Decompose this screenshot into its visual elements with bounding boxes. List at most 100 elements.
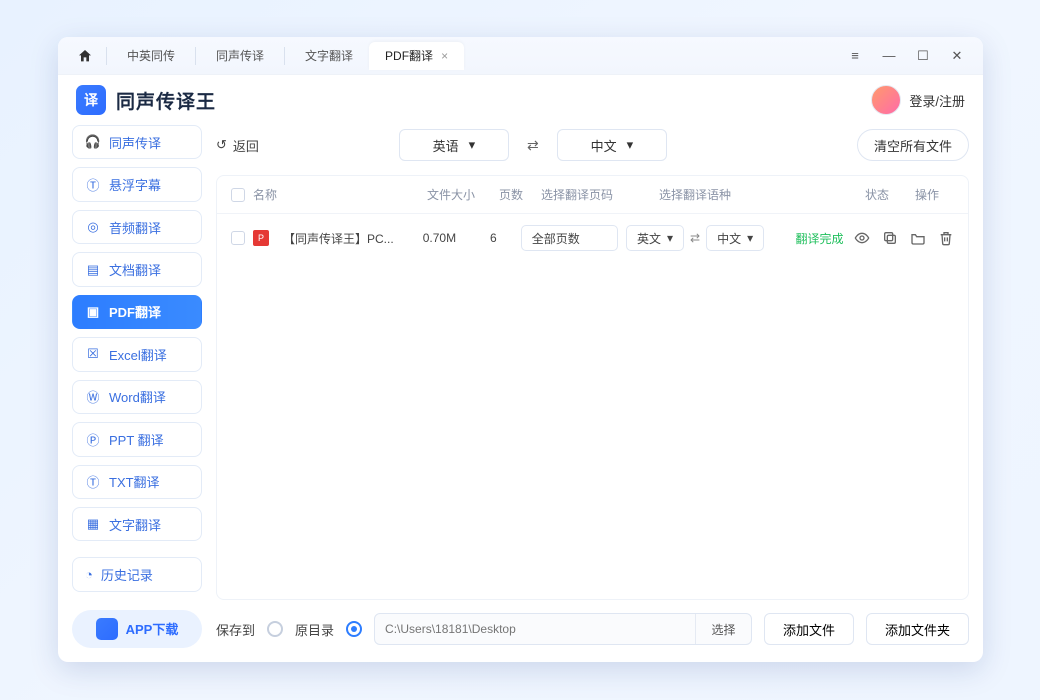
file-size: 0.70M (413, 231, 466, 245)
minimize-icon[interactable]: — (879, 48, 899, 64)
headset-icon: 🎧 (85, 134, 101, 150)
table-header: 名称 文件大小 页数 选择翻译页码 选择翻译语种 状态 操作 (217, 176, 968, 214)
delete-icon[interactable] (938, 230, 954, 246)
sidebar-item-pdf-translate[interactable]: ▣ PDF翻译 (72, 295, 202, 329)
excel-icon: ☒ (85, 346, 101, 362)
window-controls: ≡ — ☐ ✕ (845, 48, 973, 64)
select-all-checkbox[interactable] (231, 188, 245, 202)
tab-separator (106, 47, 107, 65)
sidebar-item-txt-translate[interactable]: ⓉTXT翻译 (72, 465, 202, 499)
save-path-input[interactable] (375, 622, 695, 636)
status-badge: 翻译完成 (793, 230, 846, 247)
sidebar-item-label: PPT 翻译 (109, 430, 164, 449)
source-language-select[interactable]: 英语 ▾ (399, 129, 509, 161)
main-pane: ↺ 返回 英语 ▾ ⇄ 中文 ▾ 清空所有文件 名称 (216, 125, 969, 648)
menu-icon[interactable]: ≡ (845, 48, 865, 64)
sidebar-item-label: PDF翻译 (109, 302, 161, 321)
row-actions (854, 230, 954, 246)
col-header-page-sel: 选择翻译页码 (541, 186, 651, 203)
close-window-icon[interactable]: ✕ (947, 48, 967, 64)
tab-zhen-simul[interactable]: 中英同传 (111, 42, 191, 70)
preview-icon[interactable] (854, 230, 870, 246)
close-icon[interactable]: × (441, 42, 448, 70)
tab-simul-interp[interactable]: 同声传译 (200, 42, 280, 70)
sidebar-item-label: 文档翻译 (109, 260, 161, 279)
app-icon (96, 618, 118, 640)
maximize-icon[interactable]: ☐ (913, 48, 933, 64)
sidebar-item-label: Excel翻译 (109, 345, 167, 364)
back-arrow-icon: ↺ (216, 137, 227, 153)
col-header-ops: 操作 (915, 186, 954, 203)
clock-icon: ◔ (85, 567, 93, 582)
sidebar-item-excel-translate[interactable]: ☒ Excel翻译 (72, 337, 202, 371)
add-folder-label: 添加文件夹 (885, 623, 950, 638)
tab-separator (195, 47, 196, 65)
back-button[interactable]: ↺ 返回 (216, 136, 259, 155)
tab-label: 同声传译 (216, 42, 264, 70)
tab-pdf-translate[interactable]: PDF翻译 × (369, 42, 464, 70)
sidebar-item-label: Word翻译 (109, 387, 166, 406)
swap-languages-icon[interactable]: ⇄ (519, 137, 547, 154)
sidebar-item-float-subtitle[interactable]: Ⓣ悬浮字幕 (72, 167, 202, 201)
sidebar-item-word-translate[interactable]: ⓌWord翻译 (72, 380, 202, 414)
choose-label: 选择 (711, 621, 735, 638)
sidebar-item-label: 历史记录 (101, 565, 153, 584)
home-icon[interactable] (74, 45, 96, 67)
app-download-button[interactable]: APP下载 (72, 610, 202, 648)
row-source-lang-select[interactable]: 英文▾ (626, 225, 684, 251)
save-custom-radio[interactable] (267, 621, 283, 637)
row-checkbox[interactable] (231, 231, 245, 245)
add-file-button[interactable]: 添加文件 (764, 613, 854, 645)
save-orig-dir-radio[interactable] (346, 621, 362, 637)
file-name: 【同声传译王】PC... (283, 230, 405, 247)
chevron-down-icon: ▾ (469, 137, 476, 153)
sidebar-item-simul-interp[interactable]: 🎧同声传译 (72, 125, 202, 159)
ppt-icon: Ⓟ (85, 431, 101, 447)
sidebar-item-audio-translate[interactable]: ◎ 音频翻译 (72, 210, 202, 244)
clear-all-button[interactable]: 清空所有文件 (857, 129, 969, 161)
sidebar-item-label: 音频翻译 (109, 218, 161, 237)
col-header-status: 状态 (847, 186, 907, 203)
row-source-lang-label: 英文 (637, 230, 661, 247)
add-folder-button[interactable]: 添加文件夹 (866, 613, 969, 645)
txt-icon: Ⓣ (85, 474, 101, 490)
target-language-select[interactable]: 中文 ▾ (557, 129, 667, 161)
copy-icon[interactable] (882, 230, 898, 246)
row-target-lang-select[interactable]: 中文▾ (706, 225, 764, 251)
save-path-box: 选择 (374, 613, 752, 645)
row-target-lang-label: 中文 (717, 230, 741, 247)
chevron-down-icon: ▾ (627, 137, 634, 153)
login-button[interactable]: 登录/注册 (871, 85, 965, 115)
source-language-label: 英语 (433, 136, 459, 155)
app-download-label: APP下载 (126, 619, 179, 638)
footer-bar: 保存到 原目录 选择 添加文件 添加文件夹 (216, 600, 969, 648)
col-header-pages: 页数 (489, 186, 533, 203)
orig-dir-label: 原目录 (295, 620, 334, 639)
swap-icon[interactable]: ⇄ (690, 231, 700, 245)
audio-icon: ◎ (85, 219, 101, 235)
clear-all-label: 清空所有文件 (874, 136, 952, 155)
sidebar-item-label: 文字翻译 (109, 515, 161, 534)
tab-label: PDF翻译 (385, 42, 433, 70)
document-icon: ▤ (85, 262, 101, 278)
app-title: 同声传译王 (116, 87, 216, 114)
file-table: 名称 文件大小 页数 选择翻译页码 选择翻译语种 状态 操作 P 【同声传译王】… (216, 175, 969, 600)
app-window: 中英同传 同声传译 文字翻译 PDF翻译 × ≡ — ☐ ✕ 译 同声传译王 登… (58, 37, 983, 662)
caption-icon: Ⓣ (85, 177, 101, 193)
tab-bar: 中英同传 同声传译 文字翻译 PDF翻译 × ≡ — ☐ ✕ (58, 37, 983, 75)
choose-path-button[interactable]: 选择 (695, 614, 751, 644)
pdf-file-icon: P (253, 230, 269, 246)
login-label: 登录/注册 (909, 91, 965, 110)
sidebar-item-ppt-translate[interactable]: Ⓟ PPT 翻译 (72, 422, 202, 456)
sidebar-item-doc-translate[interactable]: ▤ 文档翻译 (72, 252, 202, 286)
sidebar: 🎧同声传译 Ⓣ悬浮字幕 ◎音频翻译 ▤文档翻译 ▣PDF翻译 ☒Excel翻译 … (72, 125, 202, 648)
sidebar-item-history[interactable]: ◔ 历史记录 (72, 557, 202, 591)
page-range-select[interactable]: 全部页数 (521, 225, 618, 251)
pdf-icon: ▣ (85, 304, 101, 320)
col-header-size: 文件大小 (421, 186, 481, 203)
tab-text-translate[interactable]: 文字翻译 (289, 42, 369, 70)
target-language-label: 中文 (591, 136, 617, 155)
folder-open-icon[interactable] (910, 230, 926, 246)
sidebar-item-text-translate[interactable]: ▦文字翻译 (72, 507, 202, 541)
app-logo-icon: 译 (76, 85, 106, 115)
